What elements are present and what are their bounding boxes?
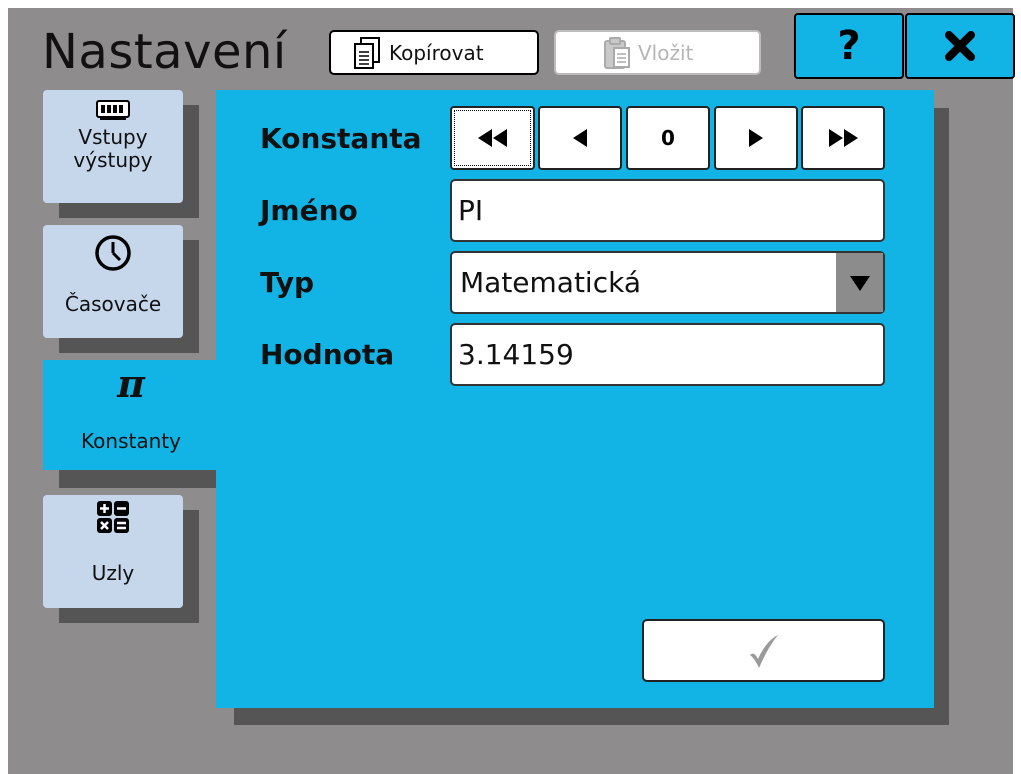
paste-button-label: Vložit [638, 40, 694, 65]
triangle-right-icon [746, 127, 766, 149]
value-field[interactable]: 3.14159 [450, 323, 885, 386]
tab-label: Uzly [91, 561, 135, 585]
type-label: Typ [260, 266, 315, 299]
checkmark-icon [746, 631, 782, 671]
constant-index-value: 0 [661, 126, 675, 150]
value-label: Hodnota [260, 338, 395, 371]
math-operators-icon [96, 500, 130, 534]
chevron-down-icon [848, 273, 872, 293]
type-select[interactable]: Matematická [450, 251, 885, 314]
clipboard-icon [602, 36, 632, 70]
copy-button-label: Kopírovat [389, 40, 484, 65]
triangle-left-icon [570, 127, 590, 149]
constant-index: 0 [626, 106, 710, 170]
copy-icon [351, 36, 383, 70]
fast-forward-icon [826, 127, 860, 149]
tab-label: Konstanty [81, 429, 181, 453]
io-module-icon [96, 100, 130, 122]
confirm-button[interactable] [642, 619, 885, 682]
help-label: ? [837, 23, 861, 69]
type-value: Matematická [460, 266, 641, 299]
rewind-icon [476, 127, 510, 149]
previous-constant-button[interactable] [538, 106, 622, 170]
first-constant-button[interactable] [450, 106, 535, 170]
close-button[interactable] [905, 13, 1015, 79]
tab-inputs-outputs[interactable]: Vstupy výstupy [43, 90, 183, 203]
tab-label: Vstupy výstupy [73, 125, 153, 172]
close-icon [944, 30, 976, 62]
pi-icon: π [117, 361, 145, 406]
value-value: 3.14159 [458, 338, 574, 371]
type-dropdown-button[interactable] [836, 253, 883, 312]
last-constant-button[interactable] [801, 106, 885, 170]
name-field[interactable]: PI [450, 179, 885, 242]
constant-label: Konstanta [260, 122, 422, 155]
help-button[interactable]: ? [794, 13, 904, 79]
name-value: PI [458, 194, 484, 227]
clock-icon [93, 233, 133, 273]
tab-timers[interactable]: Časovače [43, 225, 183, 338]
tab-label: Časovače [64, 292, 162, 316]
tab-constants[interactable]: π Konstanty [43, 360, 219, 470]
settings-screen: Nastavení Kopírovat Vložit ? Vstupy výst… [8, 8, 1015, 774]
next-constant-button[interactable] [714, 106, 798, 170]
copy-button[interactable]: Kopírovat [329, 30, 539, 75]
tab-nodes[interactable]: Uzly [43, 495, 183, 608]
paste-button[interactable]: Vložit [554, 30, 761, 75]
name-label: Jméno [260, 194, 358, 227]
page-title: Nastavení [42, 24, 287, 80]
